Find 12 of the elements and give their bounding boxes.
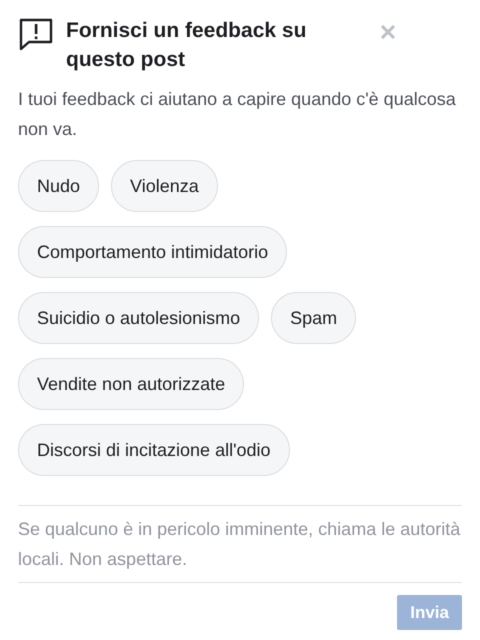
dialog-description: I tuoi feedback ci aiutano a capire quando c'è qualcosa non va.: [18, 88, 457, 141]
close-icon[interactable]: [378, 22, 398, 42]
dialog-title: Fornisci un feedback su questo post: [66, 18, 308, 73]
option-chip[interactable]: Comportamento intimidatorio: [18, 226, 288, 278]
option-chip[interactable]: Nudo: [18, 160, 100, 212]
option-chip[interactable]: Violenza: [111, 160, 218, 212]
option-chip[interactable]: Spam: [271, 292, 356, 344]
option-chip[interactable]: Vendite non autorizzate: [18, 358, 244, 410]
emergency-notice: Se qualcuno è in pericolo imminente, chiama le autorità locali. Non aspettare.: [18, 518, 462, 571]
option-chip[interactable]: Suicidio o autolesionismo: [18, 292, 260, 344]
option-chip[interactable]: Discorsi di incitazione all'odio: [18, 424, 290, 476]
report-icon: [18, 17, 54, 53]
